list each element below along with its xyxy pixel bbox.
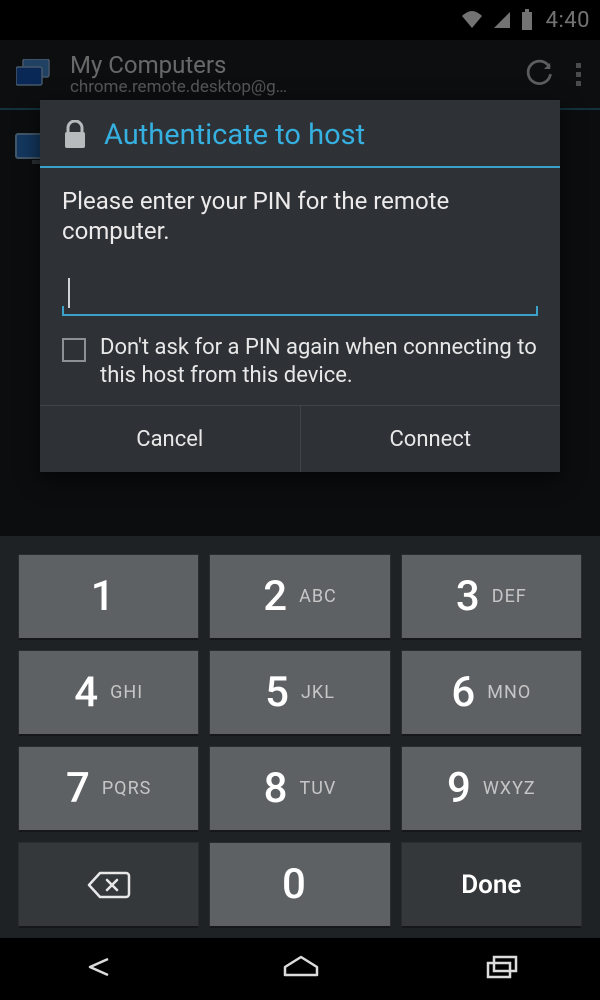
key-3[interactable]: 3DEF — [401, 554, 582, 640]
key-done[interactable]: Done — [401, 842, 582, 928]
dialog-message: Please enter your PIN for the remote com… — [62, 186, 538, 246]
remember-pin-row[interactable]: Don't ask for a PIN again when connectin… — [40, 316, 560, 406]
nav-recents-button[interactable] — [482, 953, 522, 985]
key-6[interactable]: 6MNO — [401, 650, 582, 736]
numeric-keypad: 1 2ABC 3DEF 4GHI 5JKL 6MNO 7PQRS 8TUV 9W… — [0, 536, 600, 938]
dialog-buttons: Cancel Connect — [40, 406, 560, 472]
pin-input[interactable] — [62, 272, 538, 316]
key-backspace[interactable] — [18, 842, 199, 928]
key-0[interactable]: 0 — [209, 842, 390, 928]
nav-back-button[interactable] — [78, 953, 120, 985]
key-7[interactable]: 7PQRS — [18, 746, 199, 832]
auth-dialog: Authenticate to host Please enter your P… — [40, 100, 560, 472]
key-2[interactable]: 2ABC — [209, 554, 390, 640]
remember-pin-checkbox[interactable] — [62, 338, 86, 362]
lock-icon — [62, 120, 88, 150]
nav-home-button[interactable] — [277, 953, 325, 985]
screen: 4:40 My Computers chrome.remote.desktop@… — [0, 0, 600, 1000]
key-8[interactable]: 8TUV — [209, 746, 390, 832]
key-9[interactable]: 9WXYZ — [401, 746, 582, 832]
cancel-button[interactable]: Cancel — [40, 406, 300, 472]
key-4[interactable]: 4GHI — [18, 650, 199, 736]
dialog-header: Authenticate to host — [40, 100, 560, 168]
remember-pin-label: Don't ask for a PIN again when connectin… — [100, 334, 538, 389]
connect-button[interactable]: Connect — [301, 406, 561, 472]
key-1[interactable]: 1 — [18, 554, 199, 640]
backspace-icon — [86, 870, 132, 900]
key-5[interactable]: 5JKL — [209, 650, 390, 736]
dialog-title: Authenticate to host — [104, 118, 365, 152]
system-navbar — [0, 938, 600, 1000]
dialog-body: Please enter your PIN for the remote com… — [40, 168, 560, 316]
